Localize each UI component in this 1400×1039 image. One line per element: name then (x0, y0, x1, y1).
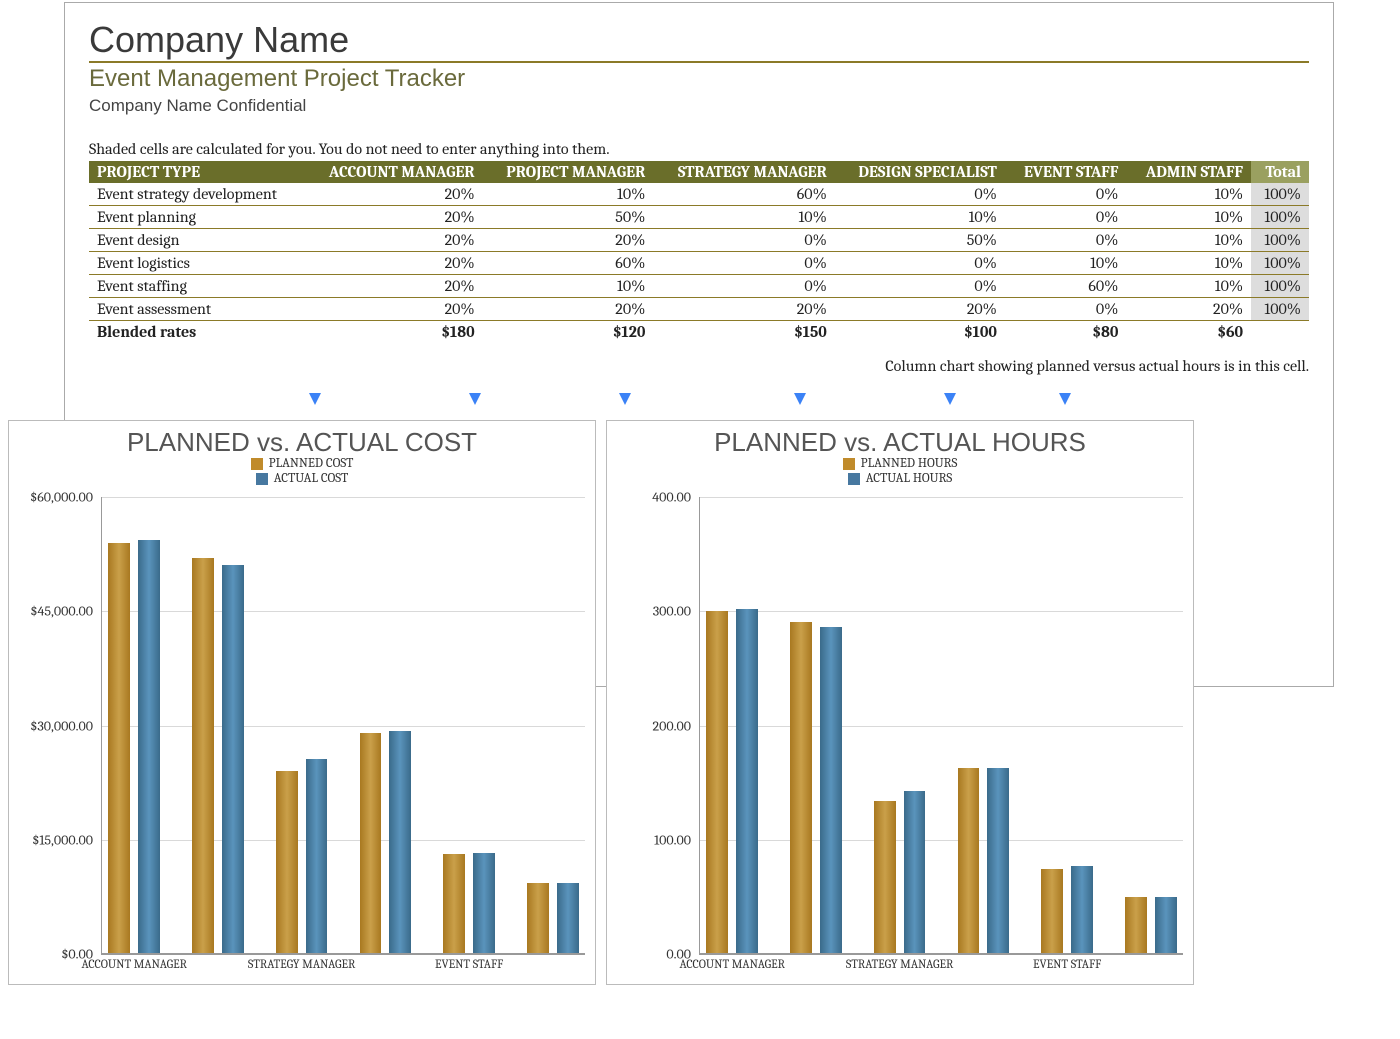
chart-plot: 0.00100.00200.00300.00400.00ACCOUNT MANA… (699, 497, 1183, 954)
legend-label: ACTUAL HOURS (866, 471, 953, 486)
confidential-label: Company Name Confidential (89, 96, 1309, 116)
filter-marker-icon (469, 393, 481, 405)
legend-label: PLANNED HOURS (861, 456, 958, 471)
y-axis-label: $60,000.00 (13, 489, 93, 506)
table-row[interactable]: Event strategy development20%10%60%0%0%1… (89, 183, 1309, 206)
bar-planned (443, 854, 465, 953)
bar-group: STRATEGY MANAGER (269, 497, 333, 953)
col-header[interactable]: PROJECT TYPE (89, 161, 305, 183)
company-name: Company Name (89, 21, 1309, 59)
bar-group: ACCOUNT MANAGER (700, 497, 764, 953)
bar-actual (473, 853, 495, 953)
filter-marker-icon (794, 393, 806, 405)
filter-marker-icon (309, 393, 321, 405)
filter-markers (89, 393, 1309, 407)
legend-swatch (848, 473, 860, 485)
bar-actual (904, 791, 926, 953)
col-header[interactable]: STRATEGY MANAGER (653, 161, 834, 183)
table-row[interactable]: Event logistics20%60%0%0%10%10%100% (89, 252, 1309, 275)
header-rule (89, 61, 1309, 63)
y-axis-label: 400.00 (611, 489, 691, 506)
chart-legend: PLANNED COSTACTUAL COST (9, 456, 595, 486)
allocation-table[interactable]: PROJECT TYPEACCOUNT MANAGERPROJECT MANAG… (89, 161, 1309, 343)
col-header[interactable]: DESIGN SPECIALIST (835, 161, 1005, 183)
legend-swatch (251, 458, 263, 470)
bar-planned (1125, 897, 1147, 953)
legend-label: ACTUAL COST (274, 471, 349, 486)
bar-group: STRATEGY MANAGER (867, 497, 931, 953)
bar-group (784, 497, 848, 953)
table-row[interactable]: Event design20%20%0%50%0%10%100% (89, 229, 1309, 252)
col-header[interactable]: Total (1251, 161, 1309, 183)
bar-actual (820, 627, 842, 953)
filter-marker-icon (619, 393, 631, 405)
col-header[interactable]: ACCOUNT MANAGER (305, 161, 483, 183)
chart-note: Column chart showing planned versus actu… (89, 357, 1309, 375)
bar-planned (192, 558, 214, 953)
bar-planned (874, 801, 896, 953)
chart-title: PLANNED vs. ACTUAL COST (9, 427, 595, 458)
bar-actual (222, 565, 244, 953)
y-axis-label: 200.00 (611, 717, 691, 734)
table-row[interactable]: Event planning20%50%10%10%0%10%100% (89, 206, 1309, 229)
charts-container: PLANNED vs. ACTUAL COSTPLANNED COSTACTUA… (8, 420, 1194, 985)
bar-actual (736, 609, 758, 953)
bar-group (1119, 497, 1183, 953)
bar-group: ACCOUNT MANAGER (102, 497, 166, 953)
bar-planned (360, 733, 382, 953)
y-axis-label: $30,000.00 (13, 717, 93, 734)
bar-actual (306, 759, 328, 953)
bar-group: EVENT STAFF (1035, 497, 1099, 953)
col-header[interactable]: PROJECT MANAGER (483, 161, 654, 183)
bar-group (186, 497, 250, 953)
legend-label: PLANNED COST (269, 456, 354, 471)
col-header[interactable]: EVENT STAFF (1005, 161, 1126, 183)
chart-title: PLANNED vs. ACTUAL HOURS (607, 427, 1193, 458)
bar-group: EVENT STAFF (437, 497, 501, 953)
hint-text: Shaded cells are calculated for you. You… (89, 140, 1309, 159)
bar-planned (108, 543, 130, 953)
x-axis-label: STRATEGY MANAGER (237, 953, 366, 971)
bar-planned (276, 771, 298, 953)
bar-actual (557, 883, 579, 953)
table-row[interactable]: Event staffing20%10%0%0%60%10%100% (89, 275, 1309, 298)
bar-actual (1155, 897, 1177, 953)
bar-group (521, 497, 585, 953)
x-axis-label: STRATEGY MANAGER (835, 953, 964, 971)
col-header[interactable]: ADMIN STAFF (1126, 161, 1251, 183)
y-axis-label: 100.00 (611, 831, 691, 848)
chart-card: PLANNED vs. ACTUAL COSTPLANNED COSTACTUA… (8, 420, 596, 985)
y-axis-label: 300.00 (611, 603, 691, 620)
bar-actual (138, 540, 160, 953)
chart-legend: PLANNED HOURSACTUAL HOURS (607, 456, 1193, 486)
x-axis-label: ACCOUNT MANAGER (668, 953, 797, 971)
filter-marker-icon (1059, 393, 1071, 405)
legend-swatch (843, 458, 855, 470)
bar-group (951, 497, 1015, 953)
bar-planned (790, 622, 812, 953)
x-axis-label: EVENT STAFF (1003, 953, 1132, 971)
bar-actual (987, 768, 1009, 953)
bar-planned (527, 883, 549, 953)
y-axis-label: $45,000.00 (13, 603, 93, 620)
x-axis-label: EVENT STAFF (405, 953, 534, 971)
bar-actual (389, 731, 411, 953)
chart-card: PLANNED vs. ACTUAL HOURSPLANNED HOURSACT… (606, 420, 1194, 985)
chart-plot: $0.00$15,000.00$30,000.00$45,000.00$60,0… (101, 497, 585, 954)
rates-row[interactable]: Blended rates$180$120$150$100$80$60 (89, 321, 1309, 344)
bar-group (353, 497, 417, 953)
bar-planned (706, 611, 728, 953)
bar-actual (1071, 866, 1093, 953)
bar-planned (958, 768, 980, 953)
y-axis-label: $15,000.00 (13, 831, 93, 848)
filter-marker-icon (944, 393, 956, 405)
table-row[interactable]: Event assessment20%20%20%20%0%20%100% (89, 298, 1309, 321)
document-title: Event Management Project Tracker (89, 65, 1309, 94)
x-axis-label: ACCOUNT MANAGER (70, 953, 199, 971)
legend-swatch (256, 473, 268, 485)
bar-planned (1041, 869, 1063, 953)
